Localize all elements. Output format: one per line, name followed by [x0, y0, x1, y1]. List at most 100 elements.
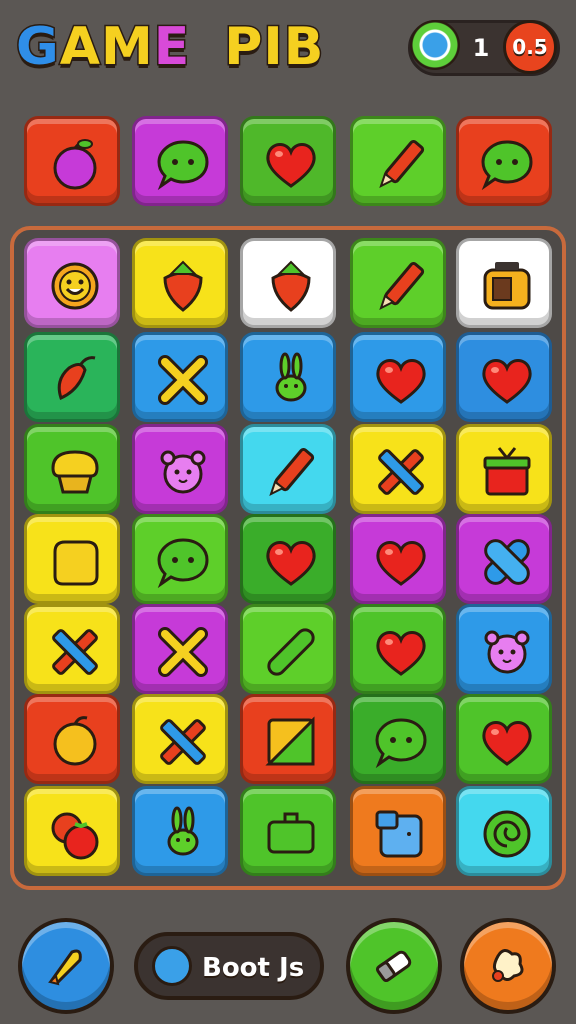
title-letter: E [152, 16, 191, 79]
board-tile[interactable] [24, 424, 120, 514]
header: GAME PIB 1 0.5 [0, 0, 576, 100]
board-tile[interactable] [240, 604, 336, 694]
title-letter: A [58, 16, 101, 79]
eraser-button[interactable] [346, 918, 442, 1014]
eraser-icon [375, 950, 412, 983]
bear-icon [484, 630, 530, 674]
board-tile[interactable] [350, 786, 446, 876]
board-tile[interactable] [132, 424, 228, 514]
speech-bubble-icon [375, 718, 427, 769]
toaster-icon [483, 262, 531, 310]
score-value: 1 [472, 34, 490, 62]
note-icon [265, 716, 315, 766]
title-letter: P [223, 16, 264, 79]
top-row-tile[interactable] [456, 116, 552, 206]
board-tile[interactable] [350, 514, 446, 604]
speech-bubble-icon [157, 140, 209, 191]
puzzle-icon [152, 946, 192, 986]
heart-icon [266, 541, 316, 586]
board-tile[interactable] [240, 514, 336, 604]
heart-icon [376, 541, 426, 586]
board-tile[interactable] [24, 786, 120, 876]
board-tile[interactable] [456, 424, 552, 514]
board-tile[interactable] [24, 332, 120, 422]
strawberry-icon [163, 260, 203, 312]
board-tile[interactable] [456, 786, 552, 876]
board-tile[interactable] [456, 694, 552, 784]
board-tile[interactable] [350, 238, 446, 328]
cross-tools-icon [160, 719, 206, 765]
board-tile[interactable] [132, 514, 228, 604]
title-letter: I [262, 16, 284, 79]
top-row-tile[interactable] [24, 116, 120, 206]
title-letter: B [282, 16, 325, 79]
bunny-icon [167, 806, 199, 856]
top-row-tile[interactable] [240, 116, 336, 206]
board-tile[interactable] [456, 514, 552, 604]
muffin-icon [51, 450, 99, 494]
board-tile[interactable] [132, 332, 228, 422]
board-tile[interactable] [24, 238, 120, 328]
board-tile[interactable] [456, 332, 552, 422]
heart-icon [482, 359, 532, 404]
cross-tools-icon [378, 449, 424, 495]
board-tile[interactable] [240, 424, 336, 514]
rocket-button[interactable] [18, 918, 114, 1014]
board-tile[interactable] [132, 238, 228, 328]
board-tile[interactable] [132, 694, 228, 784]
bandage-icon [484, 539, 530, 585]
pencil-icon [379, 139, 425, 188]
heart-icon [376, 359, 426, 404]
cross-icon [158, 355, 208, 405]
heart-icon [376, 631, 426, 676]
heart-icon [482, 721, 532, 766]
board-tile[interactable] [240, 694, 336, 784]
board-tile[interactable] [24, 604, 120, 694]
board-tile[interactable] [456, 238, 552, 328]
boost-button[interactable]: Boot Js [134, 932, 324, 1000]
gift-icon [483, 447, 531, 496]
tomato-icon [51, 812, 99, 860]
board-tile[interactable] [240, 332, 336, 422]
pencil-icon [379, 261, 425, 310]
speech-bubble-icon [157, 538, 209, 589]
title-letter: M [99, 16, 154, 79]
board-tile[interactable] [24, 694, 120, 784]
swirl-icon [483, 810, 531, 858]
board-tile[interactable] [132, 786, 228, 876]
heart-icon [266, 143, 316, 188]
bear-icon [160, 450, 206, 494]
sun-icon [51, 262, 99, 310]
cross-tools-icon [52, 629, 98, 675]
title-letter: G [15, 16, 61, 79]
pencil-icon [269, 447, 315, 496]
speech-bubble-icon [481, 140, 533, 191]
board-tile[interactable] [132, 604, 228, 694]
board-tile[interactable] [240, 786, 336, 876]
strawberry-icon [271, 260, 311, 312]
cube-icon [375, 810, 423, 858]
plum-icon [53, 139, 97, 190]
board-tile[interactable] [350, 604, 446, 694]
rocket-icon [48, 949, 82, 986]
multiplier-badge[interactable]: 0.5 [503, 20, 557, 74]
board-tile[interactable] [24, 514, 120, 604]
battery-icon [267, 812, 315, 854]
bunny-icon [275, 352, 307, 402]
splat-icon [492, 949, 524, 982]
board-tile[interactable] [350, 332, 446, 422]
pickle-icon [267, 628, 315, 676]
game-title: GAME PIB [15, 14, 325, 80]
lemon-icon [53, 716, 97, 766]
boost-label: Boot Js [202, 953, 305, 983]
top-row-tile[interactable] [132, 116, 228, 206]
board-tile[interactable] [350, 694, 446, 784]
chili-icon [57, 356, 96, 401]
board-tile[interactable] [456, 604, 552, 694]
top-row-tile[interactable] [350, 116, 446, 206]
board-tile[interactable] [240, 238, 336, 328]
target-icon [410, 20, 460, 70]
board-tile[interactable] [350, 424, 446, 514]
cheese-icon [53, 540, 99, 586]
splat-button[interactable] [460, 918, 556, 1014]
